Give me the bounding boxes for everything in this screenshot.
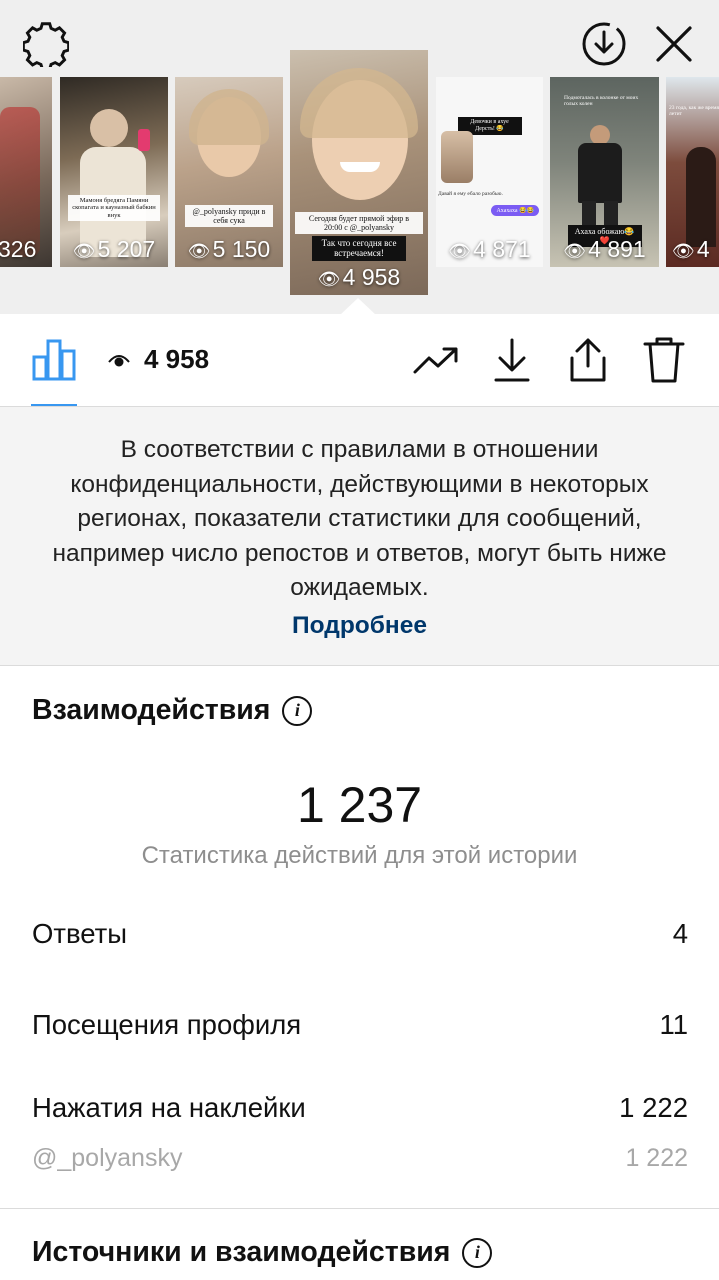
story-caption: Ахахаха 😂😂 [491,205,539,216]
views-counter: 4 958 [108,344,209,375]
bar-chart-icon [31,337,77,388]
interactions-title: Взаимодействия i [32,694,313,727]
eye-icon: 👁 [672,241,695,261]
metric-label: Нажатия на наклейки [32,1092,306,1123]
eye-icon: 👁 [187,241,211,261]
story-thumbnail[interactable]: 326 [0,77,52,267]
story-thumbnail[interactable]: Подмоталась в колонке от моих голых коле… [550,77,659,267]
story-views: 👁4 [672,236,710,262]
story-thumbnail[interactable]: 23 года, как же время летит 👁4 [666,77,719,267]
story-caption: Давай я ему ебало разобью. [438,191,503,197]
story-views: 👁4 871 [448,236,531,262]
eye-icon [108,344,130,375]
selected-story-pointer [340,298,376,315]
sources-title: Источники и взаимодействия i [32,1236,493,1269]
close-icon [654,24,694,69]
active-tab-indicator [31,404,77,406]
share-button[interactable] [562,336,614,388]
story-views: 👁5 207 [72,236,156,262]
info-icon[interactable]: i [462,1237,493,1268]
share-icon [567,336,609,389]
privacy-notice-text: В соответствии с правилами в отношении к… [52,436,667,601]
story-caption: Мамоня бредяга Памяни скопагата и кауназ… [68,195,160,222]
eye-icon: 👁 [317,269,341,289]
metric-label: Ответы [32,918,128,949]
metric-row-sticker-taps: Нажатия на наклейки 1 222 [32,1092,688,1124]
story-caption: @_polyansky приди в себя сука [185,205,273,228]
learn-more-link[interactable]: Подробнее [0,612,719,640]
metric-row-replies: Ответы 4 [32,918,688,950]
eye-icon: 👁 [563,241,587,261]
story-views: 👁4 891 [563,236,646,262]
metric-label: Посещения профиля [32,1009,302,1040]
metric-value: 4 [672,918,688,949]
interactions-total: 1 237 [296,777,423,833]
interactions-subtitle: Статистика действий для этой истории [141,842,578,869]
settings-button[interactable] [21,21,71,72]
mention-value: 1 222 [625,1144,688,1172]
insights-tab[interactable] [28,336,80,388]
info-icon[interactable]: i [282,695,313,726]
story-views: 326 [0,236,37,262]
download-button[interactable] [580,22,628,70]
story-caption: Сегодня будет прямой эфир в 20:00 с @_po… [295,212,423,235]
mention-label: @_polyansky [32,1144,183,1172]
sources-title-text: Источники и взаимодействия [32,1236,451,1268]
interactions-title-text: Взаимодействия [32,694,271,726]
metric-value: 11 [659,1009,688,1040]
promote-button[interactable] [410,336,462,388]
download-icon [492,337,532,388]
metric-value: 1 222 [619,1092,688,1123]
eye-icon: 👁 [448,241,472,261]
trash-icon [643,336,685,389]
eye-icon: 👁 [72,241,96,261]
story-caption: Так что сегодня все встречаемся! [312,236,406,261]
story-thumbnail[interactable]: Мамоня бредяга Памяни скопагата и кауназ… [60,77,168,267]
metric-row-sticker-mention: @_polyansky 1 222 [32,1144,688,1173]
story-thumbnail[interactable]: @_polyansky приди в себя сука 👁5 150 [175,77,283,267]
story-caption: Подмоталась в колонке от моих голых коле… [564,95,639,107]
story-caption: 23 года, как же время летит [669,105,719,117]
insights-toolbar: 4 958 [0,314,719,407]
download-circle-icon [580,20,628,73]
gear-icon [21,21,71,72]
story-thumbnail[interactable]: Девочки в ахуе Дерсть! 😂 Давай я ему еба… [436,77,543,267]
trending-icon [412,344,460,381]
delete-button[interactable] [638,336,690,388]
story-thumbnail-selected[interactable]: Сегодня будет прямой эфир в 20:00 с @_po… [290,50,428,295]
close-button[interactable] [650,22,698,70]
metric-row-profile-visits: Посещения профиля 11 [32,1009,688,1041]
story-views: 👁5 150 [187,236,271,262]
save-button[interactable] [486,336,538,388]
privacy-notice: В соответствии с правилами в отношении к… [0,407,719,666]
story-views: 👁4 958 [317,264,401,290]
section-divider [0,1208,719,1209]
views-count: 4 958 [144,344,210,374]
story-strip: 326 Мамоня бредяга Памяни скопагата и ка… [0,0,719,315]
